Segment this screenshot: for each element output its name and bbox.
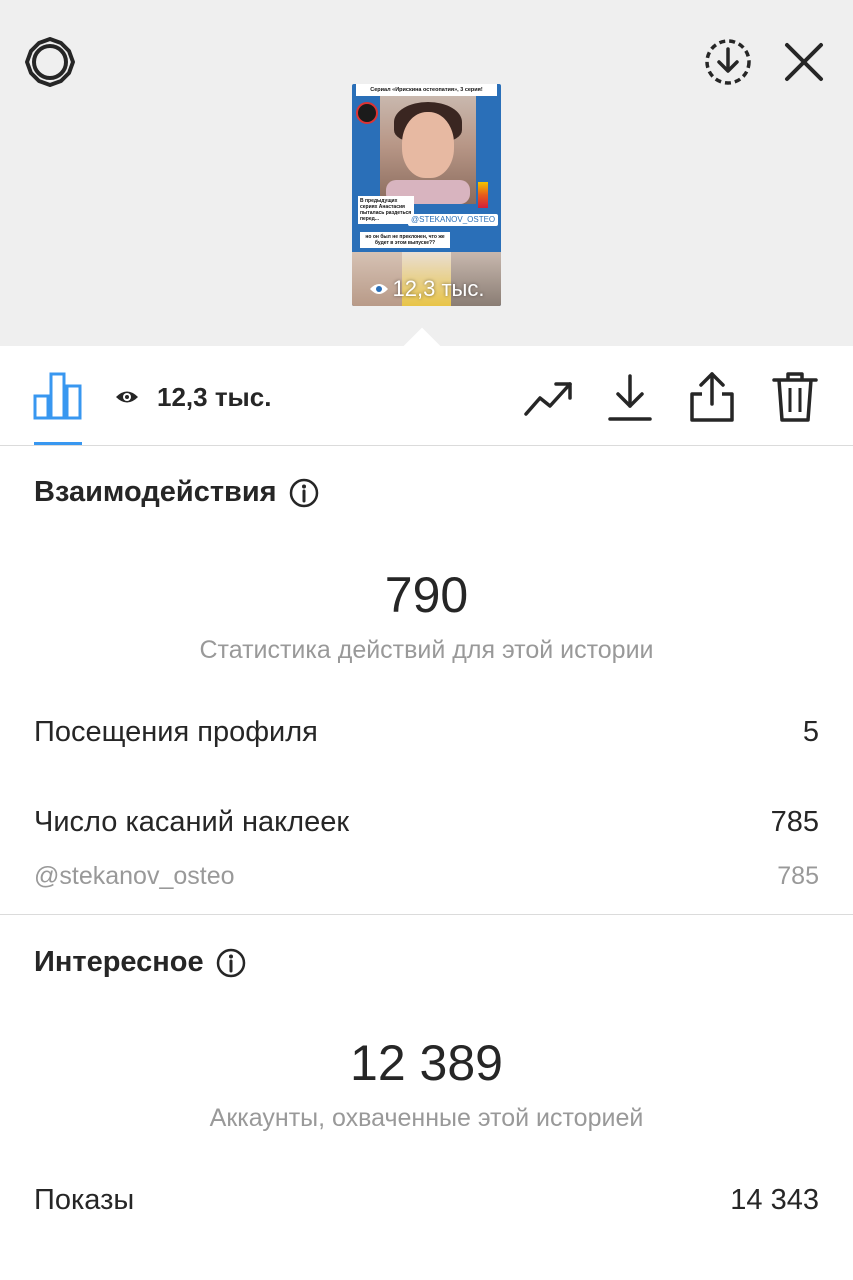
discovery-total: 12 389: [350, 1035, 503, 1091]
save-download-icon: [608, 374, 652, 421]
views-count[interactable]: 12,3 тыс.: [157, 382, 271, 413]
sticker-taps-label: Число касаний наклеек: [34, 806, 350, 838]
sticker-mention-label: @stekanov_osteo: [34, 862, 235, 890]
insights-bar-icon: [33, 372, 82, 420]
story-photo: [380, 96, 476, 204]
profile-visits-value: 5: [802, 716, 819, 748]
sticker-taps-value: 785: [770, 806, 819, 838]
settings-icon: [25, 37, 75, 87]
tab-insights[interactable]: [32, 370, 84, 420]
info-icon[interactable]: [216, 948, 246, 978]
close-icon: [785, 43, 823, 81]
discovery-subtitle: Аккаунты, охваченные этой историей: [209, 1104, 644, 1132]
story-title: Сериал «Ирискина остеопатия», 3 серия!: [356, 84, 497, 96]
profile-visits-label: Посещения профиля: [34, 716, 318, 748]
close-button[interactable]: [776, 34, 832, 90]
promote-button[interactable]: [522, 376, 576, 420]
save-button[interactable]: [606, 372, 654, 424]
sticker-mention-value: 785: [777, 862, 819, 890]
tab-insights-underline: [34, 442, 82, 445]
impressions-row: Показы 14 343: [34, 1184, 819, 1217]
story-logo: [356, 102, 378, 124]
eye-icon: [369, 284, 388, 294]
story-views-overlay-count: 12,3 тыс.: [392, 276, 485, 301]
profile-visits-row: Посещения профиля 5: [34, 716, 819, 749]
sticker-taps-row: Число касаний наклеек 785: [34, 806, 819, 839]
story-thumbnail[interactable]: Сериал «Ирискина остеопатия», 3 серия! В…: [352, 84, 501, 306]
download-circle-icon: [705, 39, 751, 85]
discovery-title: Интересное: [34, 946, 204, 978]
story-preview-area: Сериал «Ирискина остеопатия», 3 серия! В…: [0, 0, 853, 346]
promote-trend-icon: [524, 382, 572, 416]
trash-icon: [772, 372, 818, 422]
interactions-subtitle: Статистика действий для этой истории: [199, 636, 654, 664]
eye-icon: [116, 391, 138, 403]
interactions-title: Взаимодействия: [34, 476, 277, 508]
sticker-mention-row: @stekanov_osteo 785: [34, 862, 819, 891]
share-button[interactable]: [688, 370, 736, 424]
download-story-button[interactable]: [700, 34, 756, 90]
info-icon[interactable]: [289, 478, 319, 508]
story-mention-sticker: @STEKANOV_OSTEO: [408, 214, 499, 226]
story-caption-question: но он был не преклонен, что же будет в э…: [360, 232, 450, 248]
share-icon: [690, 372, 734, 422]
story-views-overlay: 12,3 тыс.: [352, 276, 501, 302]
impressions-value: 14 343: [730, 1184, 819, 1216]
story-arrow-sticker: [478, 182, 488, 208]
settings-button[interactable]: [22, 34, 78, 90]
interactions-total: 790: [384, 567, 469, 623]
story-photo-face: [402, 112, 454, 178]
impressions-label: Показы: [34, 1184, 135, 1216]
discovery-heading: Интересное: [34, 946, 246, 979]
interactions-heading: Взаимодействия: [34, 476, 319, 509]
delete-button[interactable]: [770, 370, 820, 424]
section-divider: [0, 914, 853, 915]
story-toolbar: 12,3 тыс.: [0, 346, 853, 446]
story-caption-previous: В предыдущих сериях Анастасия пыталась р…: [358, 196, 414, 224]
